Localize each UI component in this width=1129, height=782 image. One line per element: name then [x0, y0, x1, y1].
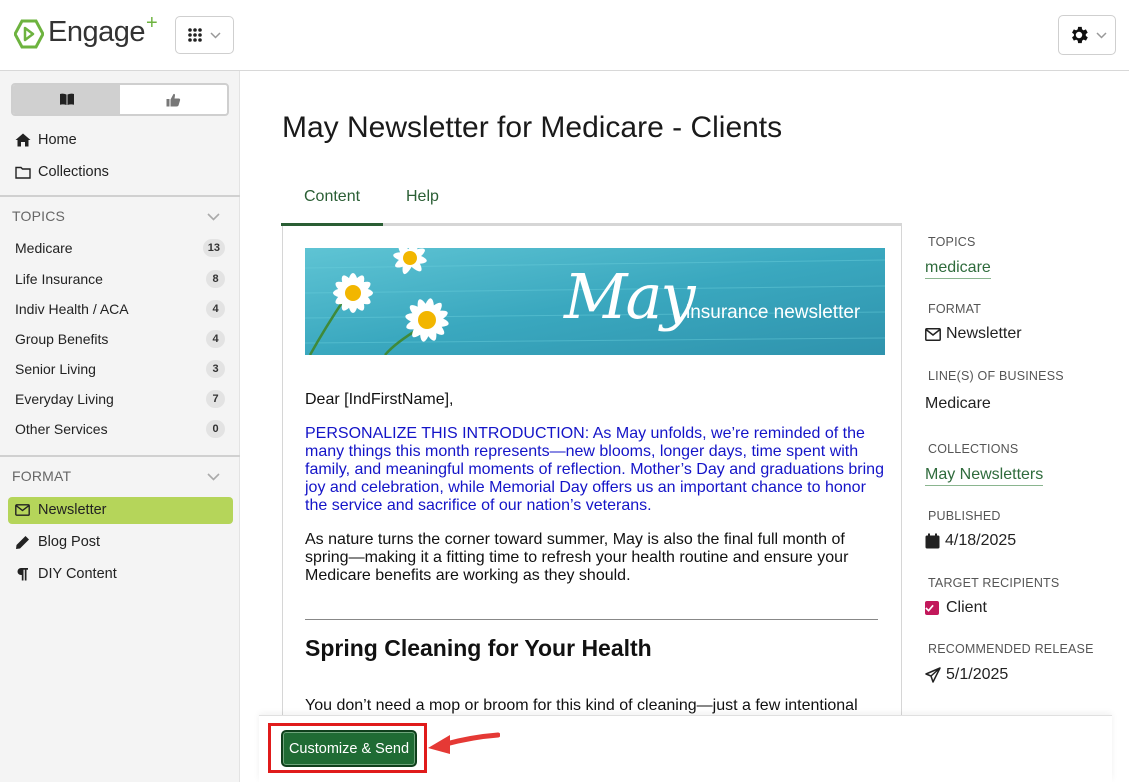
engage-logo[interactable]: Engage +: [14, 12, 158, 50]
content-tabs: Content Help: [281, 180, 902, 226]
customize-and-send-button[interactable]: Customize & Send: [281, 730, 417, 767]
page-title: May Newsletter for Medicare - Clients: [282, 111, 783, 144]
sidebar-item-life-insurance[interactable]: Life Insurance 8: [15, 270, 225, 288]
format-label: Newsletter: [38, 502, 107, 518]
body-paragraph: As nature turns the corner toward summer…: [305, 531, 849, 584]
logo-text: Engage: [48, 16, 146, 48]
body-paragraph: You don’t need a mop or broom for this k…: [305, 697, 858, 714]
divider: [305, 619, 878, 620]
banner-subtitle: insurance newsletter: [686, 302, 861, 323]
grid-icon: [188, 28, 202, 42]
meta-lob-value: Medicare: [925, 395, 991, 412]
count-badge: 7: [206, 390, 225, 408]
newsletter-banner-image: May insurance newsletter: [305, 248, 885, 355]
meta-format-value: Newsletter: [925, 325, 1022, 343]
sidebar: Home Collections TOPICS Medicare 13 Life…: [0, 71, 240, 782]
banner-title: May: [564, 260, 695, 333]
sidebar-item-other-services[interactable]: Other Services 0: [15, 420, 225, 438]
top-bar: Engage +: [0, 0, 1129, 71]
sidebar-item-indiv-health[interactable]: Indiv Health / ACA 4: [15, 300, 225, 318]
greeting-text: Dear [IndFirstName],: [305, 391, 454, 408]
meta-format-label: FORMAT: [928, 302, 982, 316]
recommended-view-button[interactable]: [120, 85, 227, 114]
count-badge: 4: [206, 330, 225, 348]
paper-plane-icon: [925, 667, 941, 683]
topic-label: Life Insurance: [15, 271, 103, 287]
count-badge: 3: [206, 360, 225, 378]
meta-lob-label: LINE(S) OF BUSINESS: [928, 369, 1064, 383]
chevron-down-icon[interactable]: [207, 473, 220, 481]
meta-release-value: 5/1/2025: [925, 666, 1008, 684]
meta-recipients-label: TARGET RECIPIENTS: [928, 576, 1060, 590]
home-icon: [15, 133, 31, 147]
sidebar-item-label: Collections: [38, 164, 109, 180]
divider: [0, 195, 240, 197]
calendar-icon: [925, 533, 940, 549]
envelope-icon: [925, 327, 941, 341]
personalize-intro-text: PERSONALIZE THIS INTRODUCTION: As May un…: [305, 425, 884, 514]
topics-section-title: TOPICS: [12, 208, 66, 224]
topic-label: Medicare: [15, 240, 73, 256]
meta-collections-label: COLLECTIONS: [928, 442, 1019, 456]
folder-icon: [15, 166, 31, 179]
annotation-arrow-icon: [428, 732, 500, 754]
sidebar-item-diy-content[interactable]: DIY Content: [15, 566, 117, 582]
sidebar-item-medicare[interactable]: Medicare 13: [15, 239, 225, 257]
envelope-icon: [15, 504, 30, 516]
newsletter-preview[interactable]: May insurance newsletter Dear [IndFirstN…: [282, 226, 902, 782]
settings-menu-button[interactable]: [1058, 15, 1116, 55]
count-badge: 0: [206, 420, 225, 438]
divider: [0, 455, 240, 457]
recipient-text: Client: [946, 599, 987, 616]
meta-published-label: PUBLISHED: [928, 509, 1001, 523]
count-badge: 4: [206, 300, 225, 318]
thumbs-up-icon: [166, 93, 181, 106]
meta-topics-link[interactable]: medicare: [925, 259, 991, 279]
count-badge: 8: [206, 270, 225, 288]
meta-release-label: RECOMMENDED RELEASE: [928, 642, 1094, 656]
format-section-title: FORMAT: [12, 468, 72, 484]
tab-content[interactable]: Content: [304, 188, 360, 206]
tab-help[interactable]: Help: [406, 188, 439, 206]
format-label: Blog Post: [38, 534, 101, 550]
format-value-text: Newsletter: [946, 325, 1022, 342]
sidebar-item-home[interactable]: Home: [15, 132, 77, 148]
sidebar-item-newsletter[interactable]: Newsletter: [15, 502, 107, 518]
chevron-down-icon[interactable]: [207, 213, 220, 221]
meta-topics-label: TOPICS: [928, 235, 976, 249]
published-date-text: 4/18/2025: [945, 532, 1017, 549]
topic-label: Everyday Living: [15, 391, 114, 407]
client-checkbox-icon: [925, 601, 939, 615]
apps-menu-button[interactable]: [175, 16, 234, 54]
book-icon: [59, 93, 74, 105]
topic-label: Group Benefits: [15, 331, 109, 347]
sidebar-item-group-benefits[interactable]: Group Benefits 4: [15, 330, 225, 348]
sidebar-item-everyday-living[interactable]: Everyday Living 7: [15, 390, 225, 408]
sidebar-item-blog-post[interactable]: Blog Post: [15, 534, 100, 550]
sidebar-item-collections[interactable]: Collections: [15, 164, 109, 180]
pilcrow-icon: [17, 568, 28, 581]
meta-collections-link[interactable]: May Newsletters: [925, 466, 1044, 486]
format-label: DIY Content: [38, 566, 117, 582]
chevron-down-icon: [1095, 31, 1107, 39]
sidebar-item-senior-living[interactable]: Senior Living 3: [15, 360, 225, 378]
topic-label: Senior Living: [15, 361, 96, 377]
logo-plus: +: [146, 12, 158, 34]
meta-recipients-value: Client: [925, 599, 987, 617]
chevron-down-icon: [210, 31, 221, 39]
logo-hexagon-icon: [14, 19, 44, 48]
topic-label: Other Services: [15, 421, 108, 437]
topic-label: Indiv Health / ACA: [15, 301, 129, 317]
pencil-icon: [16, 535, 29, 549]
count-badge: 13: [202, 239, 225, 257]
release-date-text: 5/1/2025: [946, 666, 1009, 683]
section-heading: Spring Cleaning for Your Health: [305, 635, 652, 661]
library-view-button[interactable]: [13, 85, 120, 114]
gear-icon: [1071, 26, 1088, 44]
view-toggle: [11, 83, 229, 116]
meta-published-value: 4/18/2025: [925, 532, 1016, 550]
sidebar-item-label: Home: [38, 132, 77, 148]
